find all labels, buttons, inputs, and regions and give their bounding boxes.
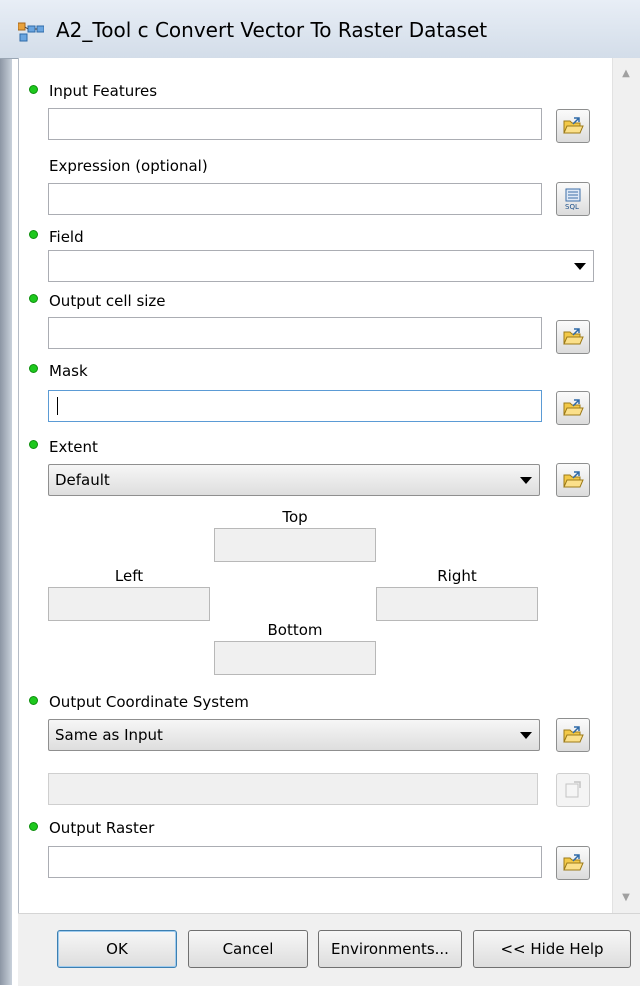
required-indicator-icon: [29, 822, 38, 831]
field-select[interactable]: [48, 250, 594, 282]
output-coordinate-system-label: Output Coordinate System: [49, 693, 249, 711]
environments-button[interactable]: Environments...: [318, 930, 462, 968]
output-raster-browse-button[interactable]: [556, 846, 590, 880]
chevron-down-icon: [520, 477, 532, 484]
input-features-browse-button[interactable]: [556, 109, 590, 143]
extent-left-label: Left: [114, 567, 144, 585]
extent-top-label: Top: [282, 508, 308, 526]
scroll-up-icon[interactable]: ▲: [616, 66, 636, 82]
output-raster-label: Output Raster: [49, 819, 155, 837]
cancel-button[interactable]: Cancel: [188, 930, 308, 968]
scroll-down-icon[interactable]: ▼: [616, 890, 636, 906]
extent-bottom-label: Bottom: [267, 621, 323, 639]
extent-right-label: Right: [437, 567, 477, 585]
chevron-down-icon: [520, 732, 532, 739]
output-cell-size-label: Output cell size: [49, 292, 166, 310]
extent-bottom-field: [214, 641, 376, 675]
sql-query-button[interactable]: SQL: [556, 182, 590, 216]
output-cell-size-browse-button[interactable]: [556, 320, 590, 354]
extent-top-field: [214, 528, 376, 562]
output-cell-size-field[interactable]: [48, 317, 542, 349]
required-indicator-icon: [29, 85, 38, 94]
coordinate-system-properties-button: [556, 773, 590, 807]
hide-help-button[interactable]: << Hide Help: [473, 930, 631, 968]
coordinate-system-detail-field: [48, 773, 538, 805]
svg-text:SQL: SQL: [565, 203, 579, 210]
field-label: Field: [49, 228, 84, 246]
expression-label: Expression (optional): [49, 157, 208, 175]
extent-left-field: [48, 587, 210, 621]
output-coordinate-system-value: Same as Input: [55, 726, 163, 744]
required-indicator-icon: [29, 696, 38, 705]
ok-button[interactable]: OK: [57, 930, 177, 968]
extent-browse-button[interactable]: [556, 463, 590, 497]
chevron-down-icon: [574, 263, 586, 270]
expression-field[interactable]: [48, 183, 542, 215]
output-coordinate-system-select[interactable]: Same as Input: [48, 719, 540, 751]
required-indicator-icon: [29, 364, 38, 373]
required-indicator-icon: [29, 440, 38, 449]
extent-select-value: Default: [55, 471, 110, 489]
window-border: [0, 0, 12, 985]
title-bar[interactable]: A2_Tool c Convert Vector To Raster Datas…: [0, 0, 640, 59]
input-features-label: Input Features: [49, 82, 158, 100]
extent-label: Extent: [49, 438, 98, 456]
window-title: A2_Tool c Convert Vector To Raster Datas…: [56, 18, 488, 42]
extent-right-field: [376, 587, 538, 621]
model-tool-icon: [17, 22, 45, 42]
mask-browse-button[interactable]: [556, 391, 590, 425]
extent-select[interactable]: Default: [48, 464, 540, 496]
input-features-field[interactable]: [48, 108, 542, 140]
scrollbar[interactable]: [612, 58, 640, 913]
required-indicator-icon: [29, 294, 38, 303]
text-cursor: [57, 397, 58, 415]
mask-field[interactable]: [48, 390, 542, 422]
mask-label: Mask: [49, 362, 88, 380]
required-indicator-icon: [29, 230, 38, 239]
output-raster-field[interactable]: [48, 846, 542, 878]
tool-dialog: A2_Tool c Convert Vector To Raster Datas…: [0, 0, 640, 986]
output-coordinate-system-browse-button[interactable]: [556, 718, 590, 752]
